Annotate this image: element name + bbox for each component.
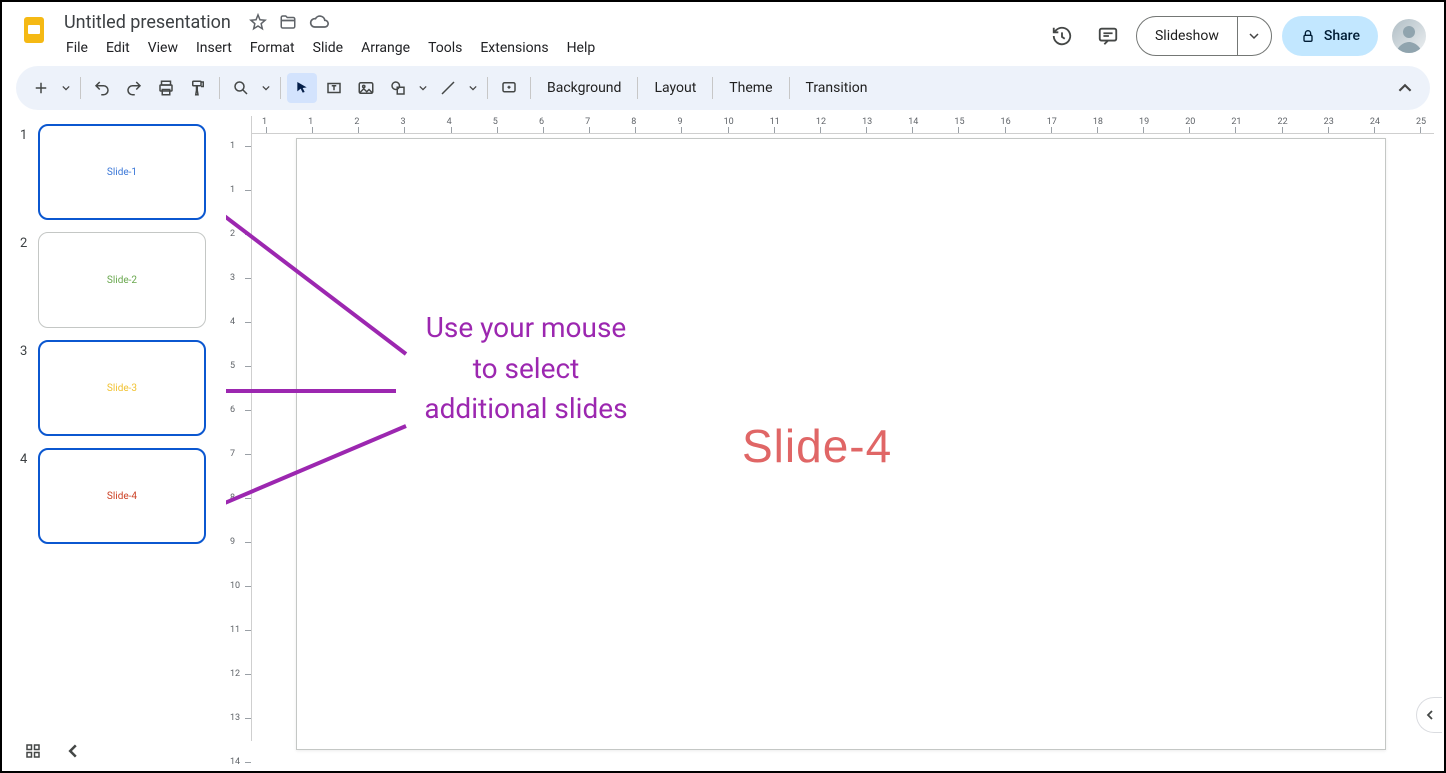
menu-slide[interactable]: Slide	[305, 36, 351, 60]
canvas-area[interactable]: 11234567891011121314 1123456789101112131…	[226, 116, 1444, 741]
menu-bar: FileEditViewInsertFormatSlideArrangeTool…	[58, 36, 1044, 60]
menu-help[interactable]: Help	[559, 36, 604, 60]
menu-extensions[interactable]: Extensions	[472, 36, 556, 60]
select-tool[interactable]	[287, 73, 317, 103]
collapse-filmstrip-icon[interactable]	[66, 744, 80, 758]
undo-button[interactable]	[87, 73, 117, 103]
thumbnail[interactable]: Slide-3	[38, 340, 206, 436]
vertical-ruler: 11234567891011121314	[226, 116, 252, 741]
menu-file[interactable]: File	[58, 36, 96, 60]
textbox-tool[interactable]	[319, 73, 349, 103]
menu-arrange[interactable]: Arrange	[353, 36, 418, 60]
slide-thumbnail-3[interactable]: 3 Slide-3	[20, 340, 220, 436]
thumbnail[interactable]: Slide-2	[38, 232, 206, 328]
menu-view[interactable]: View	[140, 36, 186, 60]
slide-number: 3	[20, 340, 38, 359]
slide-number: 2	[20, 232, 38, 251]
line-dropdown[interactable]	[465, 73, 481, 103]
slideshow-label: Slideshow	[1137, 17, 1237, 55]
star-icon[interactable]	[249, 13, 267, 31]
slide-number: 1	[20, 124, 38, 143]
paint-format-button[interactable]	[183, 73, 213, 103]
toolbar: Background Layout Theme Transition	[16, 66, 1430, 110]
slide-thumbnail-2[interactable]: 2 Slide-2	[20, 232, 220, 328]
shape-tool[interactable]	[383, 73, 413, 103]
slideshow-button[interactable]: Slideshow	[1136, 16, 1272, 56]
collapse-toolbar-icon[interactable]	[1390, 73, 1420, 103]
cloud-status-icon[interactable]	[309, 12, 329, 32]
shape-dropdown[interactable]	[415, 73, 431, 103]
move-icon[interactable]	[279, 13, 297, 31]
thumbnail[interactable]: Slide-1	[38, 124, 206, 220]
thumbnail[interactable]: Slide-4	[38, 448, 206, 544]
horizontal-ruler: 1123456789101112131415161718192021222324…	[252, 116, 1434, 134]
document-title[interactable]: Untitled presentation	[58, 10, 237, 35]
new-slide-dropdown[interactable]	[58, 73, 74, 103]
transition-button[interactable]: Transition	[796, 73, 878, 103]
menu-tools[interactable]: Tools	[420, 36, 470, 60]
history-icon[interactable]	[1044, 18, 1080, 54]
slide-thumbnail-4[interactable]: 4 Slide-4	[20, 448, 220, 544]
image-tool[interactable]	[351, 73, 381, 103]
comment-tool[interactable]	[494, 73, 524, 103]
account-avatar[interactable]	[1392, 19, 1426, 53]
line-tool[interactable]	[433, 73, 463, 103]
redo-button[interactable]	[119, 73, 149, 103]
slide-number: 4	[20, 448, 38, 467]
thumbnail-label: Slide-2	[107, 275, 137, 286]
document-header: Untitled presentation FileEditViewInsert…	[2, 2, 1444, 66]
layout-button[interactable]: Layout	[644, 73, 706, 103]
grid-view-icon[interactable]	[24, 742, 42, 760]
menu-insert[interactable]: Insert	[188, 36, 240, 60]
menu-edit[interactable]: Edit	[98, 36, 138, 60]
slides-logo[interactable]	[14, 10, 54, 50]
slide-thumbnail-1[interactable]: 1 Slide-1	[20, 124, 220, 220]
slide-canvas[interactable]: Slide-4	[296, 138, 1386, 750]
share-button[interactable]: Share	[1282, 16, 1378, 56]
slide-main-text[interactable]: Slide-4	[742, 419, 892, 473]
slideshow-dropdown[interactable]	[1237, 17, 1271, 55]
comments-icon[interactable]	[1090, 18, 1126, 54]
filmstrip[interactable]: 1 Slide-1 2 Slide-2 3 Slide-3 4 Slide-4	[2, 116, 226, 741]
new-slide-button[interactable]	[26, 73, 56, 103]
zoom-button[interactable]	[226, 73, 256, 103]
zoom-dropdown[interactable]	[258, 73, 274, 103]
lock-icon	[1300, 28, 1316, 44]
print-button[interactable]	[151, 73, 181, 103]
share-label: Share	[1324, 28, 1360, 44]
thumbnail-label: Slide-3	[107, 383, 137, 394]
thumbnail-label: Slide-4	[107, 491, 137, 502]
bottom-bar	[2, 737, 1444, 765]
background-button[interactable]: Background	[537, 73, 631, 103]
menu-format[interactable]: Format	[242, 36, 303, 60]
thumbnail-label: Slide-1	[107, 167, 137, 178]
theme-button[interactable]: Theme	[719, 73, 782, 103]
